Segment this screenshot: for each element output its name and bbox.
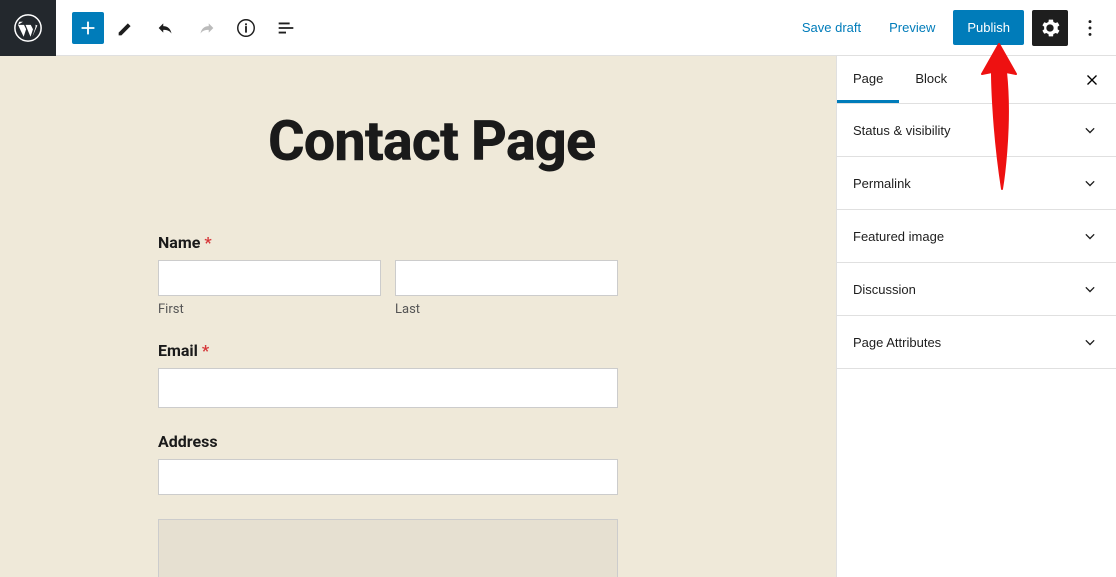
save-draft-button[interactable]: Save draft: [792, 12, 871, 43]
settings-button[interactable]: [1032, 10, 1068, 46]
info-button[interactable]: [228, 10, 264, 46]
panel-featured-header[interactable]: Featured image: [837, 210, 1116, 262]
panel-status-header[interactable]: Status & visibility: [837, 104, 1116, 156]
name-label: Name *: [158, 233, 618, 252]
first-name-input[interactable]: [158, 260, 381, 296]
tab-block[interactable]: Block: [899, 56, 963, 103]
toolbar-right: Save draft Preview Publish: [792, 10, 1116, 46]
panel-featured-label: Featured image: [853, 229, 944, 244]
list-icon: [275, 17, 297, 39]
panel-status-label: Status & visibility: [853, 123, 951, 138]
name-field: Name * First Last: [158, 233, 618, 317]
panel-featured: Featured image: [837, 210, 1116, 263]
name-row: First Last: [158, 260, 618, 317]
add-block-button[interactable]: [72, 12, 104, 44]
last-sublabel: Last: [395, 302, 618, 317]
first-name-col: First: [158, 260, 381, 317]
page-title[interactable]: Contact Page: [268, 111, 678, 173]
panel-attributes-label: Page Attributes: [853, 335, 941, 350]
panel-attributes: Page Attributes: [837, 316, 1116, 369]
wordpress-logo[interactable]: [0, 0, 56, 56]
required-marker: *: [204, 233, 211, 252]
tool-group: [56, 10, 304, 46]
redo-button[interactable]: [188, 10, 224, 46]
email-field: Email *: [158, 341, 618, 408]
kebab-icon: [1079, 17, 1101, 39]
contact-form: Name * First Last: [158, 233, 618, 577]
panel-status: Status & visibility: [837, 104, 1116, 157]
info-icon: [235, 17, 257, 39]
workspace: Contact Page Name * First Las: [0, 56, 1116, 577]
top-toolbar: Save draft Preview Publish: [0, 0, 1116, 56]
edit-mode-button[interactable]: [108, 10, 144, 46]
last-name-input[interactable]: [395, 260, 618, 296]
email-label: Email *: [158, 341, 618, 360]
chevron-down-icon: [1080, 332, 1100, 352]
first-sublabel: First: [158, 302, 381, 317]
panel-discussion-label: Discussion: [853, 282, 916, 297]
address-field: Address: [158, 432, 618, 495]
pencil-icon: [115, 17, 137, 39]
address-label: Address: [158, 432, 618, 451]
tab-page[interactable]: Page: [837, 56, 899, 103]
wordpress-icon: [13, 13, 43, 43]
outline-button[interactable]: [268, 10, 304, 46]
undo-button[interactable]: [148, 10, 184, 46]
chevron-down-icon: [1080, 173, 1100, 193]
panel-permalink-label: Permalink: [853, 176, 911, 191]
undo-icon: [155, 17, 177, 39]
gear-icon: [1039, 17, 1061, 39]
panel-discussion: Discussion: [837, 263, 1116, 316]
panel-permalink-header[interactable]: Permalink: [837, 157, 1116, 209]
last-name-col: Last: [395, 260, 618, 317]
page-content: Contact Page Name * First Las: [58, 56, 778, 577]
panel-attributes-header[interactable]: Page Attributes: [837, 316, 1116, 368]
email-label-text: Email: [158, 341, 198, 360]
toolbar-left: [0, 0, 304, 55]
close-icon: [1083, 71, 1101, 89]
panel-permalink: Permalink: [837, 157, 1116, 210]
redo-icon: [195, 17, 217, 39]
name-label-text: Name: [158, 233, 200, 252]
address-textarea[interactable]: [158, 519, 618, 577]
chevron-down-icon: [1080, 279, 1100, 299]
plus-icon: [77, 17, 99, 39]
panel-discussion-header[interactable]: Discussion: [837, 263, 1116, 315]
preview-button[interactable]: Preview: [879, 12, 945, 43]
settings-sidebar: Page Block Status & visibility Permalink…: [836, 56, 1116, 577]
email-input[interactable]: [158, 368, 618, 408]
chevron-down-icon: [1080, 120, 1100, 140]
sidebar-tabs: Page Block: [837, 56, 1116, 104]
editor-canvas[interactable]: Contact Page Name * First Las: [0, 56, 836, 577]
close-sidebar-button[interactable]: [1072, 60, 1112, 100]
more-menu-button[interactable]: [1076, 10, 1104, 46]
required-marker: *: [202, 341, 209, 360]
publish-button[interactable]: Publish: [953, 10, 1024, 45]
address-line-input[interactable]: [158, 459, 618, 495]
chevron-down-icon: [1080, 226, 1100, 246]
